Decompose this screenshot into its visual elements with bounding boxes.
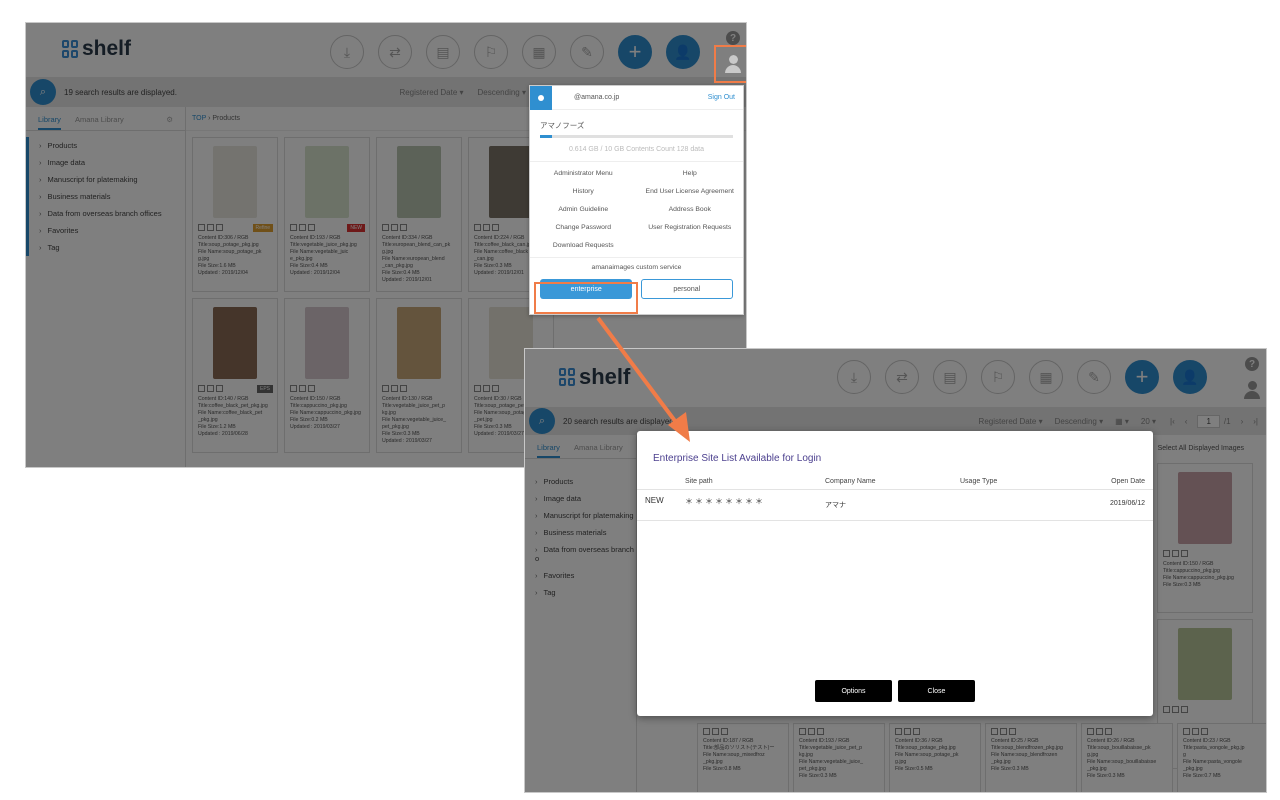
account-menu: @amana.co.jp Sign Out アマノフーズ 0.614 GB / … [529, 85, 744, 315]
storage-usage-bar [540, 135, 733, 138]
account-menu-item[interactable]: User Registration Requests [637, 224, 744, 231]
account-menu-item[interactable] [637, 242, 744, 249]
site-path-cell[interactable]: ＊＊＊＊＊＊＊＊ [685, 496, 825, 507]
table-header: Site path Company Name Usage Type Open D… [637, 474, 1153, 490]
modal-title: Enterprise Site List Available for Login [653, 453, 822, 464]
screenshot-enterprise-modal: shelf ⤓ ⇄ ▤ ⚐ ▦ ✎ + 👤 ? ⌕ 20 search resu… [524, 348, 1267, 793]
col-company-name: Company Name [825, 478, 876, 485]
account-menu-items: Administrator Menu Help History End User Li… [530, 162, 743, 258]
close-button[interactable]: Close [898, 680, 975, 702]
account-menu-item[interactable]: Administrator Menu [530, 170, 637, 177]
user-icon-highlight [714, 45, 746, 83]
personal-button[interactable]: personal [640, 279, 733, 299]
avatar [530, 85, 552, 110]
col-site-path: Site path [685, 478, 713, 485]
col-usage-type: Usage Type [960, 478, 998, 485]
enterprise-highlight [534, 282, 638, 314]
account-menu-item[interactable]: History [530, 188, 637, 195]
account-email: @amana.co.jp [574, 94, 620, 101]
account-menu-item[interactable]: Admin Guideline [530, 206, 637, 213]
custom-service-label: amanaimages custom service [591, 264, 682, 271]
account-menu-item[interactable]: Help [637, 170, 744, 177]
table-row[interactable]: NEW ＊＊＊＊＊＊＊＊ アマナ 2019/06/12 [637, 490, 1153, 521]
company-name: アマノフーズ [540, 121, 585, 130]
options-button[interactable]: Options [815, 680, 892, 702]
sign-out-link[interactable]: Sign Out [708, 94, 743, 101]
account-menu-item[interactable]: Download Requests [530, 242, 637, 249]
enterprise-site-modal: Enterprise Site List Available for Login… [637, 431, 1153, 716]
account-menu-item[interactable]: Change Password [530, 224, 637, 231]
account-menu-item[interactable]: End User License Agreement [637, 188, 744, 195]
open-date-cell: 2019/06/12 [1109, 500, 1145, 507]
col-open-date: Open Date [1111, 478, 1145, 485]
new-badge: NEW [645, 496, 664, 505]
storage-usage-text: 0.614 GB / 10 GB Contents Count 128 data [530, 138, 743, 162]
account-menu-item[interactable]: Address Book [637, 206, 744, 213]
company-cell: アマナ [825, 502, 846, 509]
